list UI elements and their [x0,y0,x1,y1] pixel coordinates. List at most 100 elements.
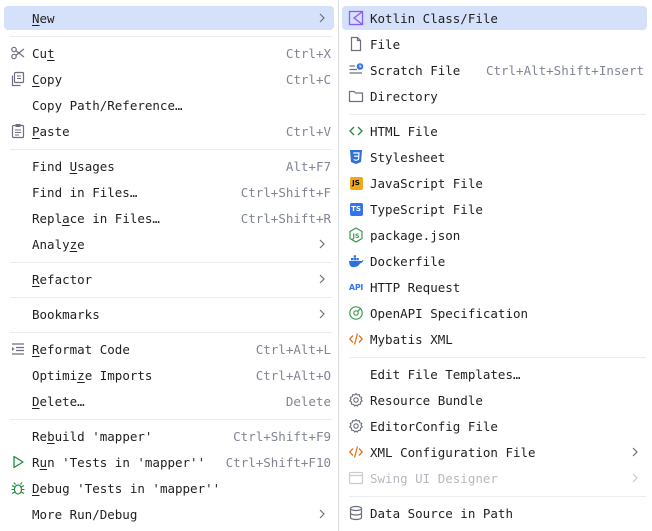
menu-item-label: HTTP Request [370,279,461,295]
kotlin-icon [348,10,364,26]
chevron-right-icon [315,237,329,251]
menu-item-label: Rebuild 'mapper' [32,428,153,444]
menu-item-run-tests[interactable]: Run 'Tests in 'mapper'' Ctrl+Shift+F10 [4,450,334,474]
gear-icon [348,418,364,434]
xml-icon [348,331,364,347]
menu-item-analyze[interactable]: Analyze [4,232,334,256]
menu-item-label: JavaScript File [370,175,483,191]
reformat-icon [10,341,26,357]
copy-icon [10,71,26,87]
scratch-file-icon [348,62,364,78]
separator [349,357,646,358]
menu-item-optimize-imports[interactable]: Optimize Imports Ctrl+Alt+O [4,363,334,387]
menu-item-delete[interactable]: Delete… Delete [4,389,334,413]
shortcut-text: Ctrl+Alt+O [255,367,331,383]
menu-item-label: More Run/Debug [32,506,138,522]
menu-item-openapi[interactable]: OpenAPI Specification [342,301,647,325]
context-menu: New Cut Ctrl+X Copy Ctrl+C Copy Path/Ref… [0,0,339,531]
menu-item-label: Copy [32,71,63,87]
menu-item-label: Stylesheet [370,149,446,165]
menu-item-refactor[interactable]: Refactor [4,267,334,291]
scissors-icon [10,45,26,61]
menu-item-label: New [32,10,55,26]
menu-item-label: Delete… [32,393,85,409]
shortcut-text: Ctrl+Shift+R [240,210,331,226]
shortcut-text: Ctrl+Shift+F [240,184,331,200]
menu-item-file[interactable]: File [342,32,647,56]
menu-item-stylesheet[interactable]: Stylesheet [342,145,647,169]
menu-item-kotlin-class[interactable]: Kotlin Class/File [342,6,647,30]
shortcut-text: Ctrl+Shift+F10 [225,454,331,470]
menu-item-typescript-file[interactable]: TS TypeScript File [342,197,647,221]
menu-item-dockerfile[interactable]: Dockerfile [342,249,647,273]
shortcut-text: Ctrl+Alt+L [255,341,331,357]
menu-item-resource-bundle[interactable]: Resource Bundle [342,388,647,412]
menu-item-find-usages[interactable]: Find Usages Alt+F7 [4,154,334,178]
javascript-icon: JS [348,175,364,191]
menu-item-reformat-code[interactable]: Reformat Code Ctrl+Alt+L [4,337,334,361]
menu-item-label: Optimize Imports [32,367,153,383]
shortcut-text: Ctrl+X [285,45,331,61]
menu-item-swing-designer: Swing UI Designer [342,466,647,490]
menu-item-data-source[interactable]: Data Source in Path [342,501,647,525]
menu-item-label: Dockerfile [370,253,446,269]
menu-item-label: Debug 'Tests in 'mapper'' [32,480,221,496]
separator [10,297,332,298]
menu-item-label: Find Usages [32,158,115,174]
menu-item-bookmarks[interactable]: Bookmarks [4,302,334,326]
menu-item-directory[interactable]: Directory [342,84,647,108]
menu-item-copy-path[interactable]: Copy Path/Reference… [4,93,334,117]
menu-item-cut[interactable]: Cut Ctrl+X [4,41,334,65]
shortcut-text: Ctrl+C [285,71,331,87]
separator [349,114,646,115]
menu-item-more-run-debug[interactable]: More Run/Debug [4,502,334,526]
menu-item-replace-in-files[interactable]: Replace in Files… Ctrl+Shift+R [4,206,334,230]
menu-item-label: Find in Files… [32,184,138,200]
menu-item-find-in-files[interactable]: Find in Files… Ctrl+Shift+F [4,180,334,204]
shortcut-text: Ctrl+V [285,123,331,139]
menu-item-label: File [370,36,401,52]
file-icon [348,36,364,52]
menu-item-rebuild[interactable]: Rebuild 'mapper' Ctrl+Shift+F9 [4,424,334,448]
menu-item-label: Analyze [32,236,85,252]
menu-item-label: Run 'Tests in 'mapper'' [32,454,206,470]
menu-item-label: EditorConfig File [370,418,498,434]
debug-icon [10,480,26,496]
menu-item-label: Scratch File [370,62,461,78]
menu-item-copy[interactable]: Copy Ctrl+C [4,67,334,91]
run-icon [10,454,26,470]
window-icon [348,470,364,486]
menu-item-label: Copy Path/Reference… [32,97,183,113]
menu-item-xml-configuration[interactable]: XML Configuration File [342,440,647,464]
separator [10,419,332,420]
menu-item-label: Mybatis XML [370,331,453,347]
menu-item-javascript-file[interactable]: JS JavaScript File [342,171,647,195]
menu-item-debug-tests[interactable]: Debug 'Tests in 'mapper'' [4,476,334,500]
menu-item-scratch-file[interactable]: Scratch File Ctrl+Alt+Shift+Insert [342,58,647,82]
menu-item-label: Cut [32,45,55,61]
menu-item-paste[interactable]: Paste Ctrl+V [4,119,334,143]
separator [10,332,332,333]
menu-item-label: Paste [32,123,70,139]
chevron-right-icon [315,272,329,286]
api-icon: API [348,282,364,292]
html-icon [348,123,364,139]
menu-item-label: Swing UI Designer [370,470,498,486]
menu-item-mybatis-xml[interactable]: Mybatis XML [342,327,647,351]
menu-item-label: XML Configuration File [370,444,536,460]
menu-item-http-request[interactable]: API HTTP Request [342,275,647,299]
shortcut-text: Ctrl+Shift+F9 [233,428,331,444]
menu-item-label: HTML File [370,123,438,139]
menu-item-html-file[interactable]: HTML File [342,119,647,143]
menu-item-package-json[interactable]: JS package.json [342,223,647,247]
menu-item-label: Resource Bundle [370,392,483,408]
menu-item-editorconfig[interactable]: EditorConfig File [342,414,647,438]
gear-icon [348,392,364,408]
menu-item-edit-templates[interactable]: Edit File Templates… [342,362,647,386]
menu-item-new[interactable]: New [4,6,334,30]
docker-icon [348,253,364,269]
menu-item-label: Kotlin Class/File [370,10,498,26]
menu-item-label: Directory [370,88,438,104]
typescript-icon: TS [348,201,364,217]
menu-item-label: Replace in Files… [32,210,160,226]
